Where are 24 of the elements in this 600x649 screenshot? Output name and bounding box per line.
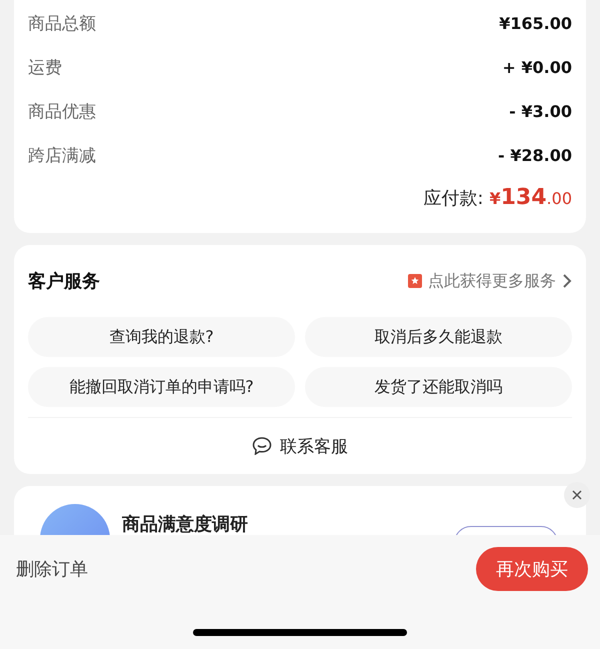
section-title: 客户服务 [28, 270, 100, 293]
price-label: 商品优惠 [28, 100, 96, 122]
faq-button[interactable]: 查询我的退款? [28, 317, 295, 357]
faq-button[interactable]: 发货了还能取消吗 [305, 367, 572, 407]
faq-button[interactable]: 取消后多久能退款 [305, 317, 572, 357]
delete-order-button[interactable]: 删除订单 [16, 557, 88, 581]
faq-button[interactable]: 能撤回取消订单的申请吗? [28, 367, 295, 407]
price-label: 运费 [28, 56, 62, 78]
chat-icon [252, 437, 272, 455]
close-button[interactable] [564, 482, 590, 508]
close-icon [572, 490, 582, 500]
chevron-right-icon [562, 273, 572, 289]
buy-again-button[interactable]: 再次购买 [476, 547, 588, 591]
total-label: 应付款: [423, 187, 484, 210]
survey-title: 商品满意度调研 [122, 513, 249, 535]
contact-service-button[interactable]: 联系客服 [28, 418, 572, 474]
total-amount: ¥134.00 [489, 185, 572, 210]
price-value: - ¥28.00 [498, 146, 572, 164]
more-services-link[interactable]: 点此获得更多服务 [408, 270, 572, 292]
price-value: - ¥3.00 [509, 102, 572, 120]
price-label: 商品总额 [28, 12, 96, 34]
price-value: + ¥0.00 [502, 58, 572, 76]
price-label: 跨店满减 [28, 144, 96, 166]
price-value: ¥165.00 [499, 14, 572, 32]
